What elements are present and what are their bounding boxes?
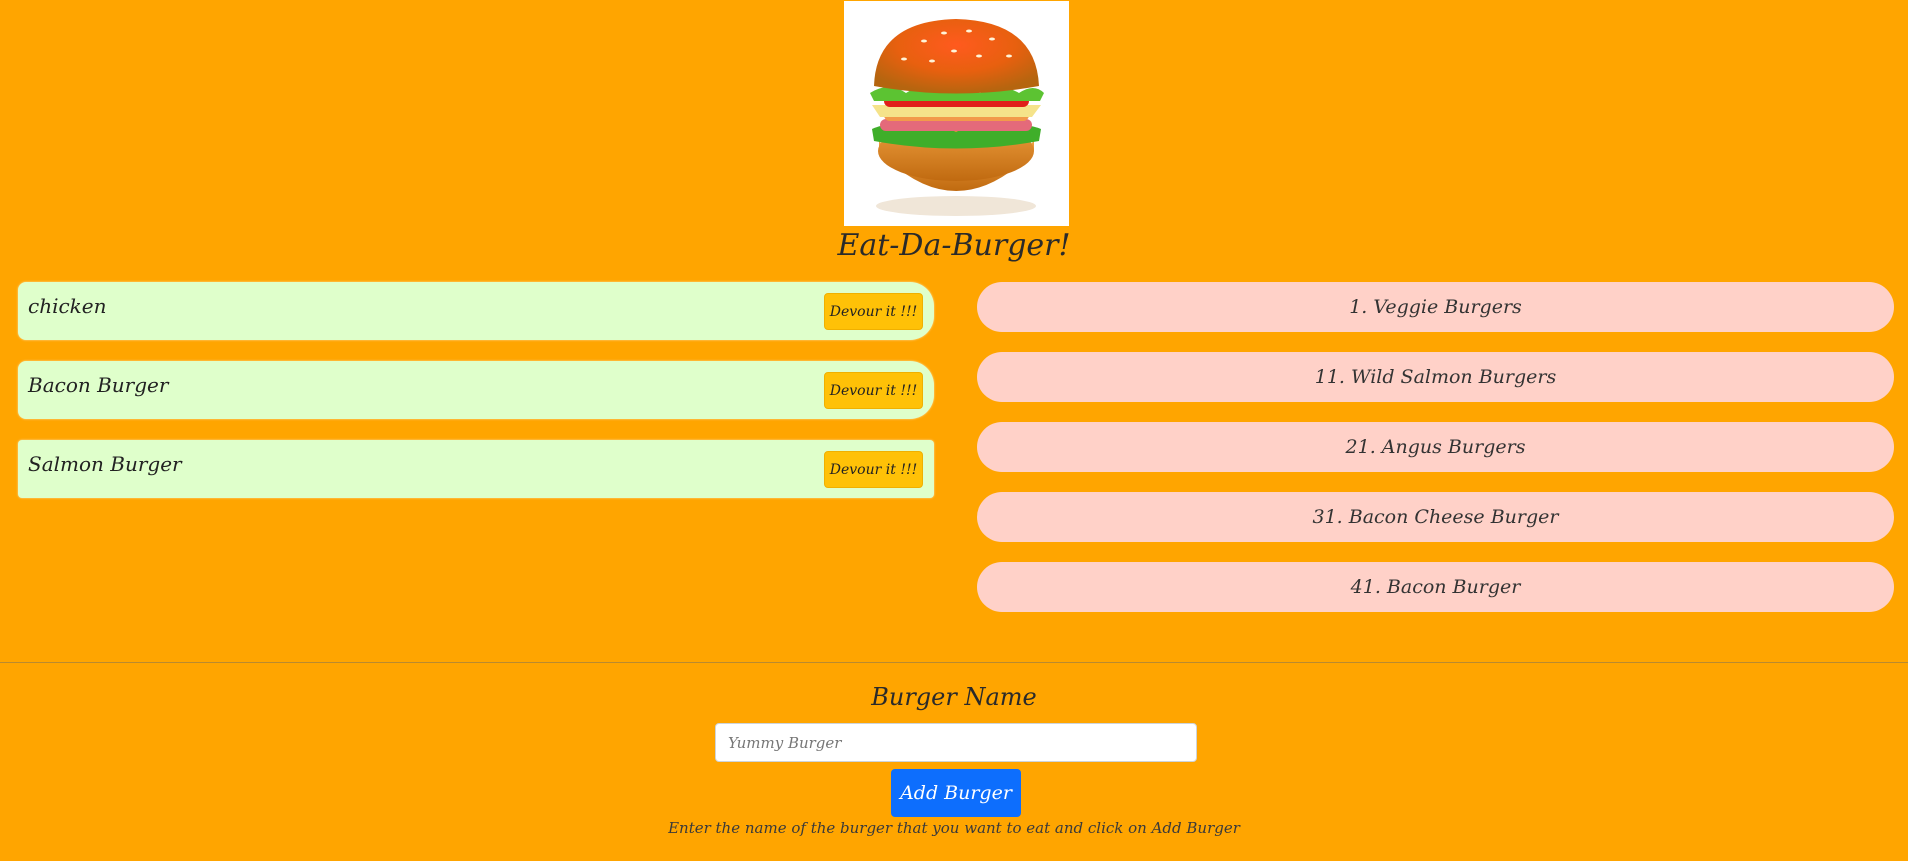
burgers-to-eat-list: chicken Devour it !!! Bacon Burger Devou…	[18, 282, 934, 519]
section-divider	[0, 662, 1908, 663]
devoured-burger-item: 31. Bacon Cheese Burger	[977, 492, 1894, 542]
burger-name-label: Burger Name	[871, 683, 1037, 711]
devour-button[interactable]: Devour it !!!	[824, 372, 923, 409]
devour-button[interactable]: Devour it !!!	[824, 293, 923, 330]
devoured-burger-item: 1. Veggie Burgers	[977, 282, 1894, 332]
burger-item: Salmon Burger Devour it !!!	[18, 440, 934, 498]
help-text: Enter the name of the burger that you wa…	[668, 819, 1240, 837]
burger-item: Bacon Burger Devour it !!!	[18, 361, 934, 419]
add-burger-button[interactable]: Add Burger	[891, 769, 1021, 817]
burger-name: chicken	[28, 294, 107, 318]
burger-item: chicken Devour it !!!	[18, 282, 934, 340]
devoured-burger-item: 21. Angus Burgers	[977, 422, 1894, 472]
devour-button[interactable]: Devour it !!!	[824, 451, 923, 488]
burger-name: Salmon Burger	[28, 452, 182, 476]
burger-name-input[interactable]	[715, 723, 1197, 762]
burger-logo	[844, 1, 1069, 226]
page-title: Eat-Da-Burger!	[837, 228, 1071, 263]
burger-icon	[870, 19, 1044, 216]
devoured-burgers-list: 1. Veggie Burgers 11. Wild Salmon Burger…	[977, 282, 1894, 632]
burger-name: Bacon Burger	[28, 373, 169, 397]
devoured-burger-item: 11. Wild Salmon Burgers	[977, 352, 1894, 402]
devoured-burger-item: 41. Bacon Burger	[977, 562, 1894, 612]
